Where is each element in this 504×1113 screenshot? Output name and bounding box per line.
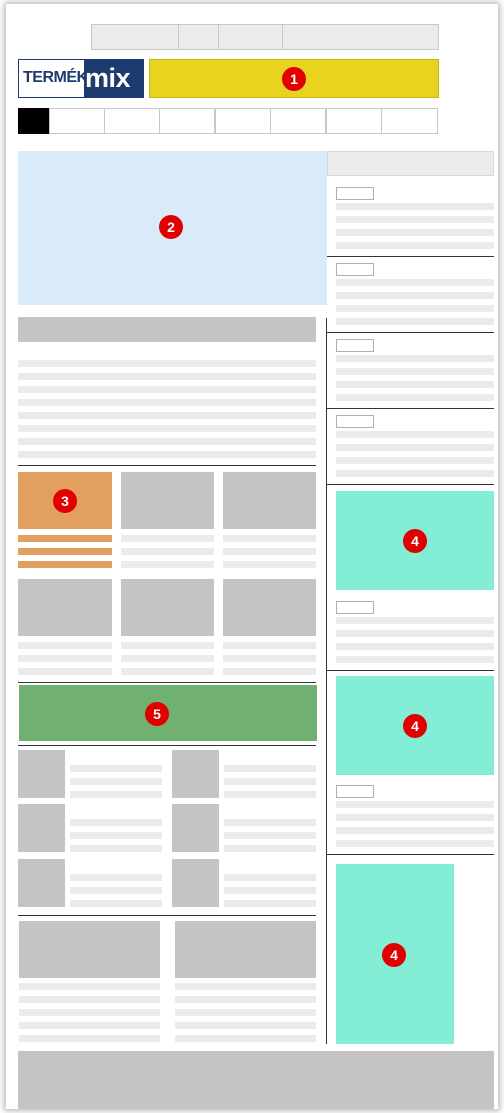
- nav-item[interactable]: [49, 108, 105, 134]
- card-thumbnail[interactable]: [121, 579, 214, 636]
- column-divider: [326, 318, 327, 1044]
- badge-4: 4: [403, 529, 427, 553]
- logo-text-right: mix: [85, 63, 131, 93]
- inline-banner-ad-slot[interactable]: 5: [19, 685, 317, 741]
- list-item-thumbnail[interactable]: [172, 804, 219, 852]
- nav-item[interactable]: [104, 108, 160, 134]
- leaderboard-ad-slot[interactable]: 1: [149, 59, 439, 98]
- sidebar-tag: [336, 785, 374, 798]
- page-footer: [18, 1051, 494, 1109]
- list-item-thumbnail[interactable]: [18, 859, 65, 907]
- card-thumbnail[interactable]: [18, 579, 112, 636]
- sidebar-tag: [336, 601, 374, 614]
- top-link[interactable]: [178, 24, 219, 50]
- nav-item[interactable]: [326, 108, 382, 134]
- list-item-thumbnail[interactable]: [18, 750, 65, 798]
- sidebar-tag: [336, 415, 374, 428]
- nav-item[interactable]: [381, 108, 438, 134]
- list-item-thumbnail[interactable]: [172, 859, 219, 907]
- top-link[interactable]: [218, 24, 283, 50]
- sidebar-header: [327, 151, 494, 176]
- badge-2: 2: [159, 215, 183, 239]
- card-thumbnail[interactable]: [223, 472, 316, 529]
- card-thumbnail[interactable]: [223, 579, 316, 636]
- card-thumbnail[interactable]: [19, 921, 160, 978]
- site-logo[interactable]: TERMÉK mix: [18, 59, 144, 98]
- featured-card-thumbnail[interactable]: 3: [18, 472, 112, 529]
- sidebar-tag: [336, 187, 374, 200]
- badge-5: 5: [145, 702, 169, 726]
- sidebar-ad-slot[interactable]: 4: [336, 491, 494, 590]
- badge-4: 4: [403, 714, 427, 738]
- sidebar-tag: [336, 339, 374, 352]
- list-item-thumbnail[interactable]: [172, 750, 219, 798]
- card-thumbnail[interactable]: [121, 472, 214, 529]
- top-link[interactable]: [282, 24, 439, 50]
- badge-3: 3: [53, 489, 77, 513]
- nav-item-home[interactable]: [18, 108, 49, 134]
- sidebar-skyscraper-ad-slot[interactable]: 4: [336, 864, 454, 1044]
- nav-item[interactable]: [215, 108, 271, 134]
- badge-1: 1: [282, 67, 306, 91]
- article-headline[interactable]: [18, 317, 316, 342]
- sidebar-ad-slot[interactable]: 4: [336, 676, 494, 775]
- page-wireframe: TERMÉK mix 1 2 4 4 4 3 5: [6, 4, 498, 1109]
- sidebar-tag: [336, 263, 374, 276]
- card-thumbnail[interactable]: [175, 921, 316, 978]
- hero-slot[interactable]: 2: [18, 151, 327, 305]
- top-link[interactable]: [91, 24, 179, 50]
- badge-4: 4: [382, 943, 406, 967]
- nav-item[interactable]: [159, 108, 215, 134]
- logo-text-left: TERMÉK: [23, 69, 88, 86]
- list-item-thumbnail[interactable]: [18, 804, 65, 852]
- nav-item[interactable]: [270, 108, 326, 134]
